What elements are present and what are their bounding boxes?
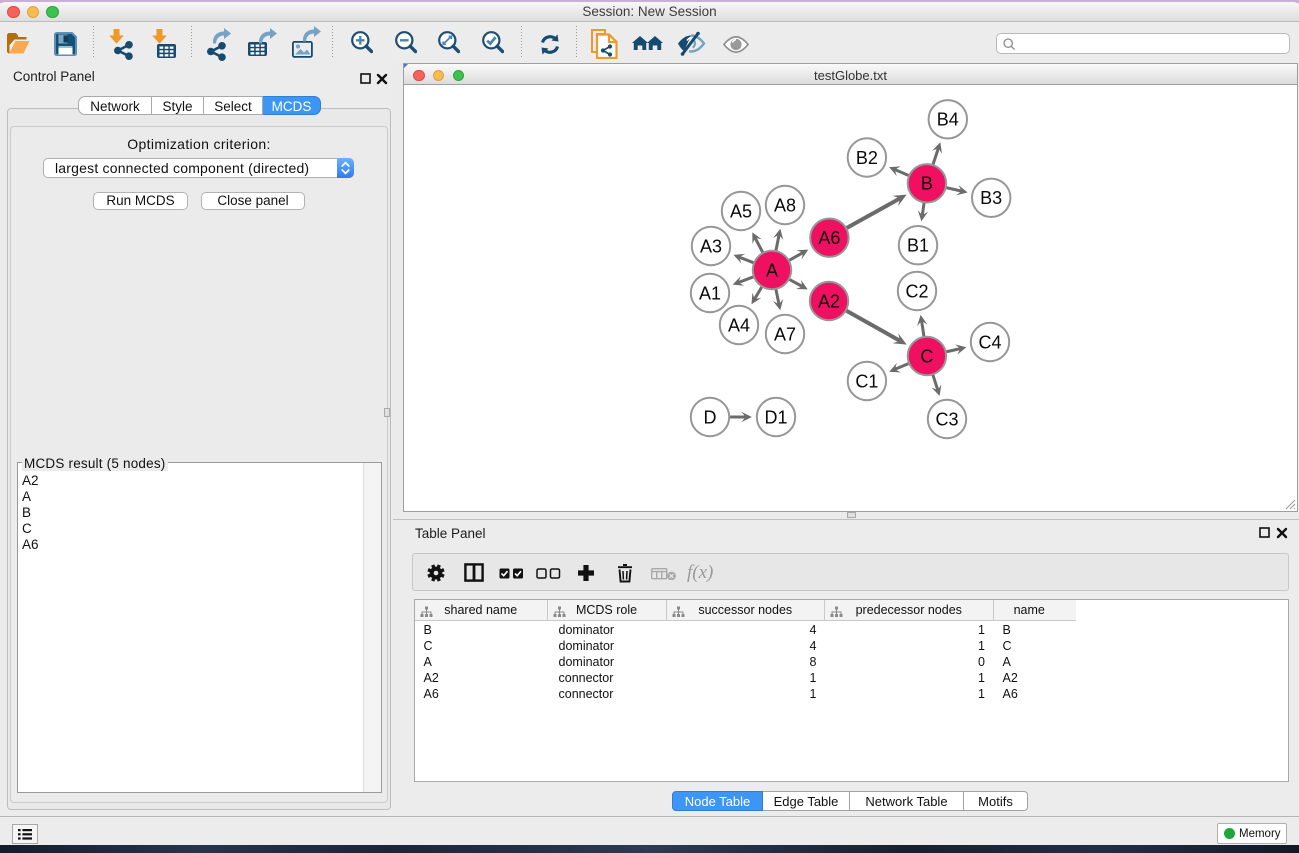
svg-text:C: C	[920, 346, 933, 366]
svg-text:B1: B1	[907, 236, 929, 256]
svg-text:B2: B2	[856, 148, 878, 168]
svg-text:B3: B3	[980, 188, 1002, 208]
svg-text:C1: C1	[855, 371, 878, 391]
svg-text:A8: A8	[774, 195, 796, 215]
svg-text:D1: D1	[764, 407, 787, 427]
svg-text:A4: A4	[728, 315, 750, 335]
svg-text:D: D	[704, 407, 717, 427]
svg-text:A7: A7	[774, 324, 796, 344]
svg-text:A5: A5	[730, 201, 752, 221]
svg-text:C2: C2	[905, 281, 928, 301]
svg-text:B4: B4	[937, 110, 959, 130]
svg-text:B: B	[921, 174, 933, 194]
svg-text:A: A	[766, 260, 778, 280]
svg-text:A6: A6	[818, 228, 840, 248]
svg-text:C4: C4	[978, 332, 1001, 352]
svg-text:A3: A3	[700, 236, 722, 256]
svg-text:A2: A2	[818, 291, 840, 311]
svg-text:A1: A1	[699, 283, 721, 303]
svg-text:C3: C3	[935, 409, 958, 429]
